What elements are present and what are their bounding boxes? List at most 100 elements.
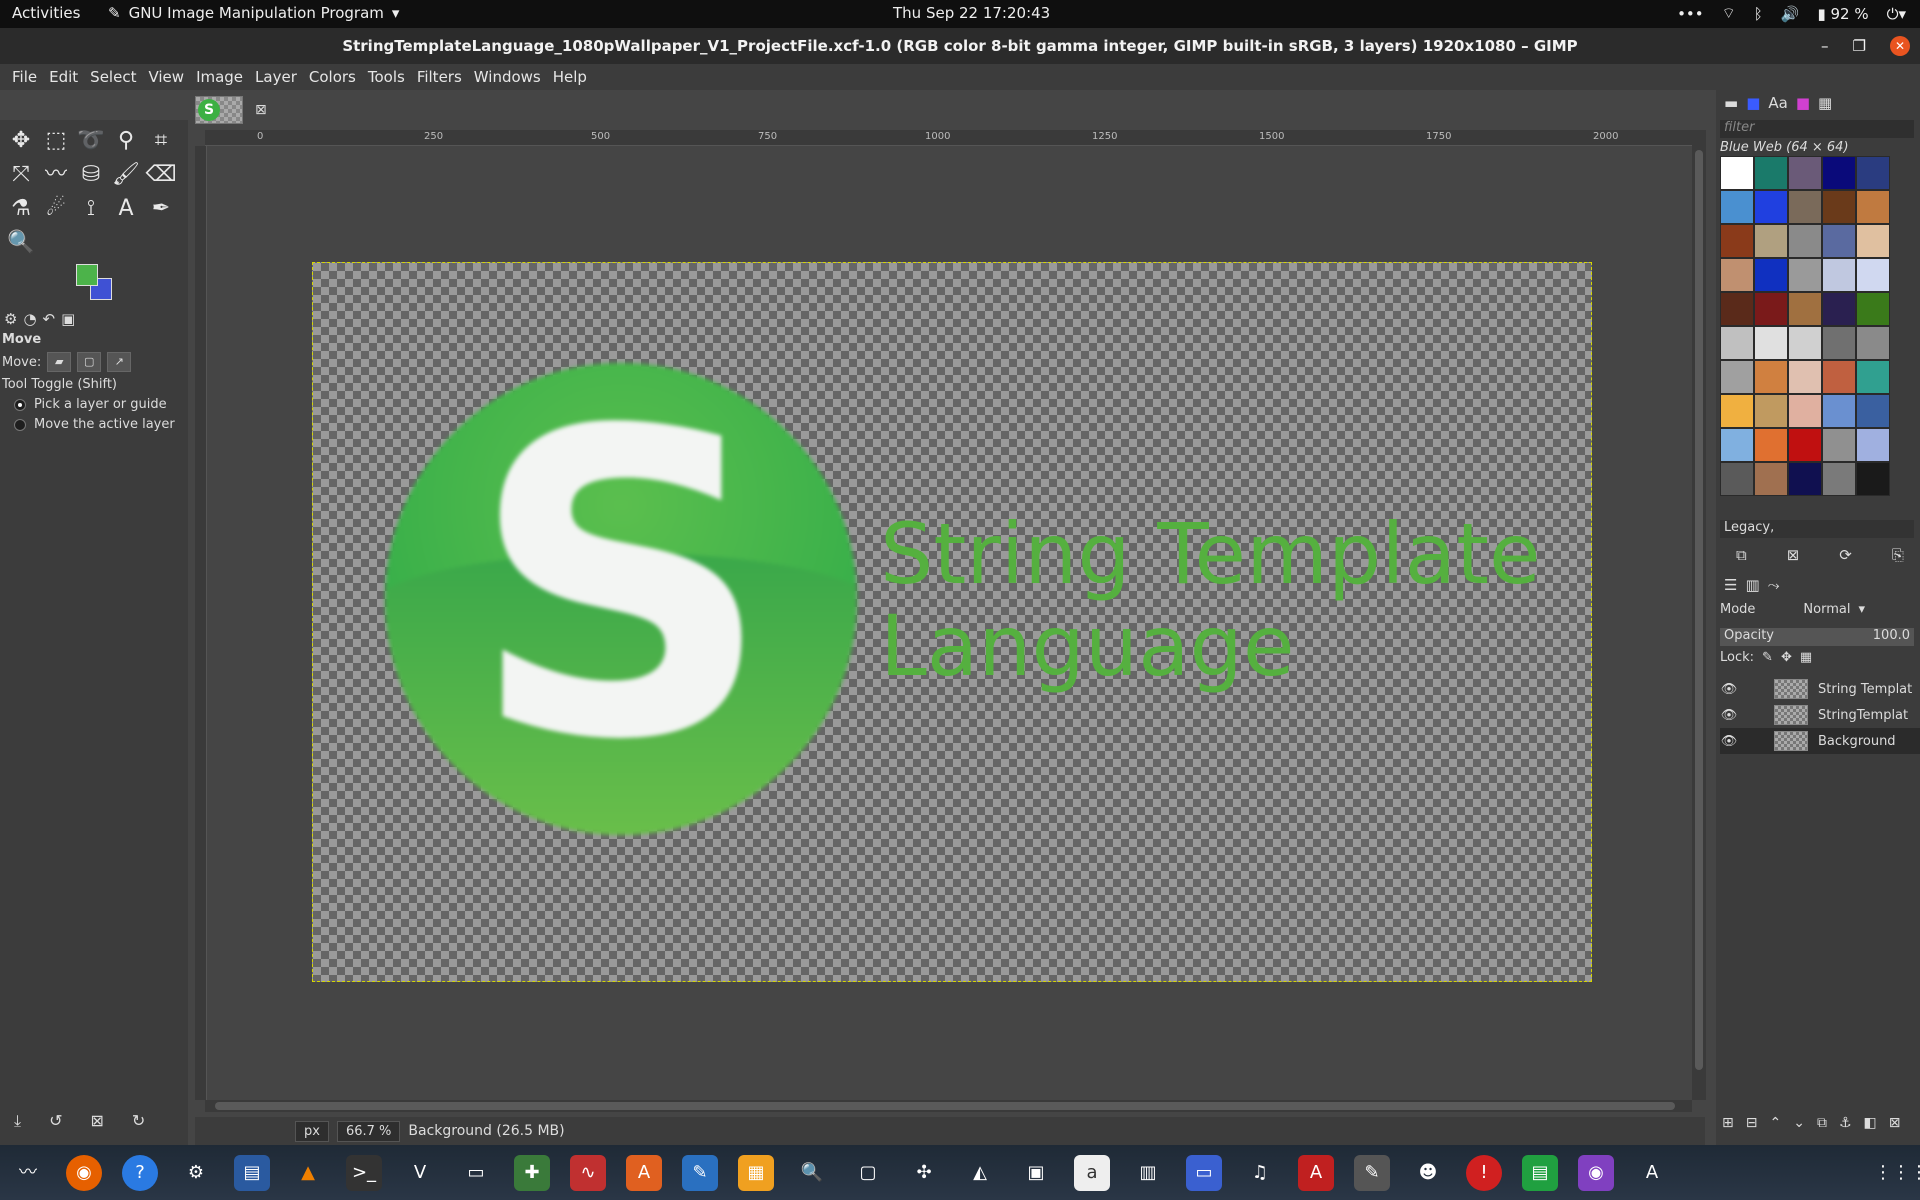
- camera-icon[interactable]: ◉: [1578, 1154, 1614, 1191]
- delete-layer-icon[interactable]: ⊠: [1889, 1115, 1901, 1131]
- firefox-icon[interactable]: ◉: [66, 1154, 102, 1191]
- pattern-swatch[interactable]: [1720, 326, 1754, 360]
- app-grid-icon[interactable]: ⋮⋮⋮: [1874, 1155, 1920, 1191]
- pattern-swatch[interactable]: [1788, 190, 1822, 224]
- pattern-swatch[interactable]: [1856, 224, 1890, 258]
- duplicate-layer-icon[interactable]: ⧉: [1817, 1115, 1827, 1131]
- lock-position-icon[interactable]: ✥: [1781, 650, 1792, 665]
- pattern-swatch[interactable]: [1788, 224, 1822, 258]
- pattern-swatch[interactable]: [1720, 156, 1754, 190]
- warp-icon[interactable]: 〰: [39, 158, 73, 192]
- image-tab-thumbnail[interactable]: S: [195, 96, 243, 124]
- pattern-swatch[interactable]: [1754, 156, 1788, 190]
- delete-options-icon[interactable]: ⊠: [90, 1111, 103, 1131]
- layer-row[interactable]: 👁 StringTemplat: [1720, 702, 1920, 728]
- pattern-swatch[interactable]: [1822, 190, 1856, 224]
- menu-view[interactable]: View: [142, 64, 190, 90]
- pattern-swatch[interactable]: [1754, 326, 1788, 360]
- compass-icon[interactable]: ✣: [906, 1155, 942, 1191]
- pattern-swatch[interactable]: [1856, 258, 1890, 292]
- pattern-swatch[interactable]: [1788, 462, 1822, 496]
- new-group-icon[interactable]: ⊟: [1746, 1115, 1758, 1131]
- patterns-tab-icon[interactable]: ■: [1746, 94, 1760, 112]
- mask-layer-icon[interactable]: ◧: [1864, 1115, 1877, 1131]
- pattern-swatch[interactable]: [1822, 224, 1856, 258]
- color-swatches[interactable]: [72, 262, 116, 302]
- lower-layer-icon[interactable]: ⌄: [1793, 1115, 1805, 1131]
- lasso-icon[interactable]: ➰: [74, 124, 108, 158]
- app-menu[interactable]: ✎ GNU Image Manipulation Program ▾: [108, 4, 399, 22]
- pattern-grid[interactable]: [1720, 156, 1895, 512]
- save-options-icon[interactable]: ⤓: [14, 1111, 21, 1131]
- move-layer-button[interactable]: ▰: [47, 352, 72, 372]
- minimize-button[interactable]: –: [1821, 28, 1829, 64]
- game-icon[interactable]: ☻: [1410, 1155, 1446, 1191]
- pattern-swatch[interactable]: [1754, 360, 1788, 394]
- terminal-icon[interactable]: >_: [346, 1154, 382, 1191]
- pattern-swatch[interactable]: [1788, 428, 1822, 462]
- notes-icon[interactable]: a: [1074, 1154, 1110, 1191]
- visibility-eye-icon[interactable]: 👁: [1720, 708, 1738, 723]
- menu-help[interactable]: Help: [547, 64, 593, 90]
- menu-colors[interactable]: Colors: [303, 64, 362, 90]
- system-tray[interactable]: ••• ⌔ ᛒ 🔊 ▮ 92 % ⏻▾: [1677, 4, 1906, 23]
- horizontal-scrollbar[interactable]: [205, 1100, 1692, 1112]
- visibility-eye-icon[interactable]: 👁: [1720, 734, 1738, 749]
- settings-icon[interactable]: ⚙: [178, 1155, 214, 1191]
- paths-icon[interactable]: ⟟: [74, 192, 108, 226]
- vim-icon[interactable]: V: [402, 1155, 438, 1191]
- spreadsheet-icon[interactable]: ▤: [1522, 1154, 1558, 1191]
- menu-windows[interactable]: Windows: [468, 64, 547, 90]
- pattern-swatch[interactable]: [1822, 360, 1856, 394]
- text-editor-icon[interactable]: ✎: [682, 1154, 718, 1191]
- pattern-swatch[interactable]: [1788, 156, 1822, 190]
- pattern-swatch[interactable]: [1720, 360, 1754, 394]
- lock-pixels-icon[interactable]: ✎: [1762, 650, 1773, 665]
- bucket-fill-icon[interactable]: ⛁: [74, 158, 108, 192]
- screen-share-icon[interactable]: ▭: [1186, 1154, 1222, 1191]
- pattern-swatch[interactable]: [1822, 326, 1856, 360]
- anchor-layer-icon[interactable]: ⚓: [1839, 1115, 1852, 1131]
- raise-layer-icon[interactable]: ⌃: [1769, 1115, 1781, 1131]
- image-viewer-icon[interactable]: 🔍: [794, 1155, 830, 1191]
- paintbrush-icon[interactable]: 🖌: [109, 158, 143, 192]
- pattern-swatch[interactable]: [1754, 258, 1788, 292]
- pattern-swatch[interactable]: [1720, 292, 1754, 326]
- lock-alpha-icon[interactable]: ▦: [1800, 650, 1812, 665]
- layers-tab-icon[interactable]: ☰: [1724, 576, 1737, 594]
- gimp-task-icon[interactable]: ✚: [514, 1154, 550, 1191]
- layer-row[interactable]: 👁 String Templat: [1720, 676, 1920, 702]
- rect-select-icon[interactable]: ⬚: [39, 124, 73, 158]
- open-pattern-icon[interactable]: ⎘: [1892, 546, 1904, 564]
- new-layer-icon[interactable]: ⊞: [1722, 1115, 1734, 1131]
- vertical-scrollbar[interactable]: [1692, 130, 1706, 1100]
- pattern-swatch[interactable]: [1754, 394, 1788, 428]
- power-menu-icon[interactable]: ⏻▾: [1887, 5, 1906, 23]
- scroll-thumb[interactable]: [1695, 150, 1703, 1070]
- software-store-icon[interactable]: A: [626, 1154, 662, 1191]
- move-path-button[interactable]: ↗: [107, 352, 132, 372]
- archive-icon[interactable]: ▥: [1130, 1155, 1166, 1191]
- pattern-swatch[interactable]: [1754, 292, 1788, 326]
- updater-icon[interactable]: A: [1634, 1155, 1670, 1191]
- duplicate-pattern-icon[interactable]: ⧉: [1736, 546, 1747, 564]
- reset-options-icon[interactable]: ↻: [132, 1111, 145, 1131]
- pattern-swatch[interactable]: [1788, 394, 1822, 428]
- option-move-active[interactable]: Move the active layer: [14, 417, 175, 432]
- brushes-tab-icon[interactable]: ▬: [1724, 94, 1738, 112]
- image-canvas[interactable]: S String Template Language: [312, 262, 1592, 982]
- pattern-swatch[interactable]: [1822, 258, 1856, 292]
- opacity-slider[interactable]: Opacity 100.0: [1720, 628, 1914, 646]
- gimp-running-icon[interactable]: ✎: [1354, 1154, 1390, 1191]
- menu-select[interactable]: Select: [84, 64, 142, 90]
- close-tab-icon[interactable]: ⊠: [255, 102, 267, 118]
- pattern-swatch[interactable]: [1856, 326, 1890, 360]
- pattern-swatch[interactable]: [1720, 394, 1754, 428]
- zoom-icon[interactable]: 🔍: [4, 226, 38, 260]
- menu-image[interactable]: Image: [190, 64, 249, 90]
- color-picker-icon[interactable]: ✒: [144, 192, 178, 226]
- scroll-thumb[interactable]: [215, 1102, 1675, 1110]
- channels-tab-icon[interactable]: ▥: [1745, 576, 1759, 594]
- eraser-icon[interactable]: ⌫: [144, 158, 178, 192]
- option-pick-layer[interactable]: Pick a layer or guide: [14, 397, 167, 412]
